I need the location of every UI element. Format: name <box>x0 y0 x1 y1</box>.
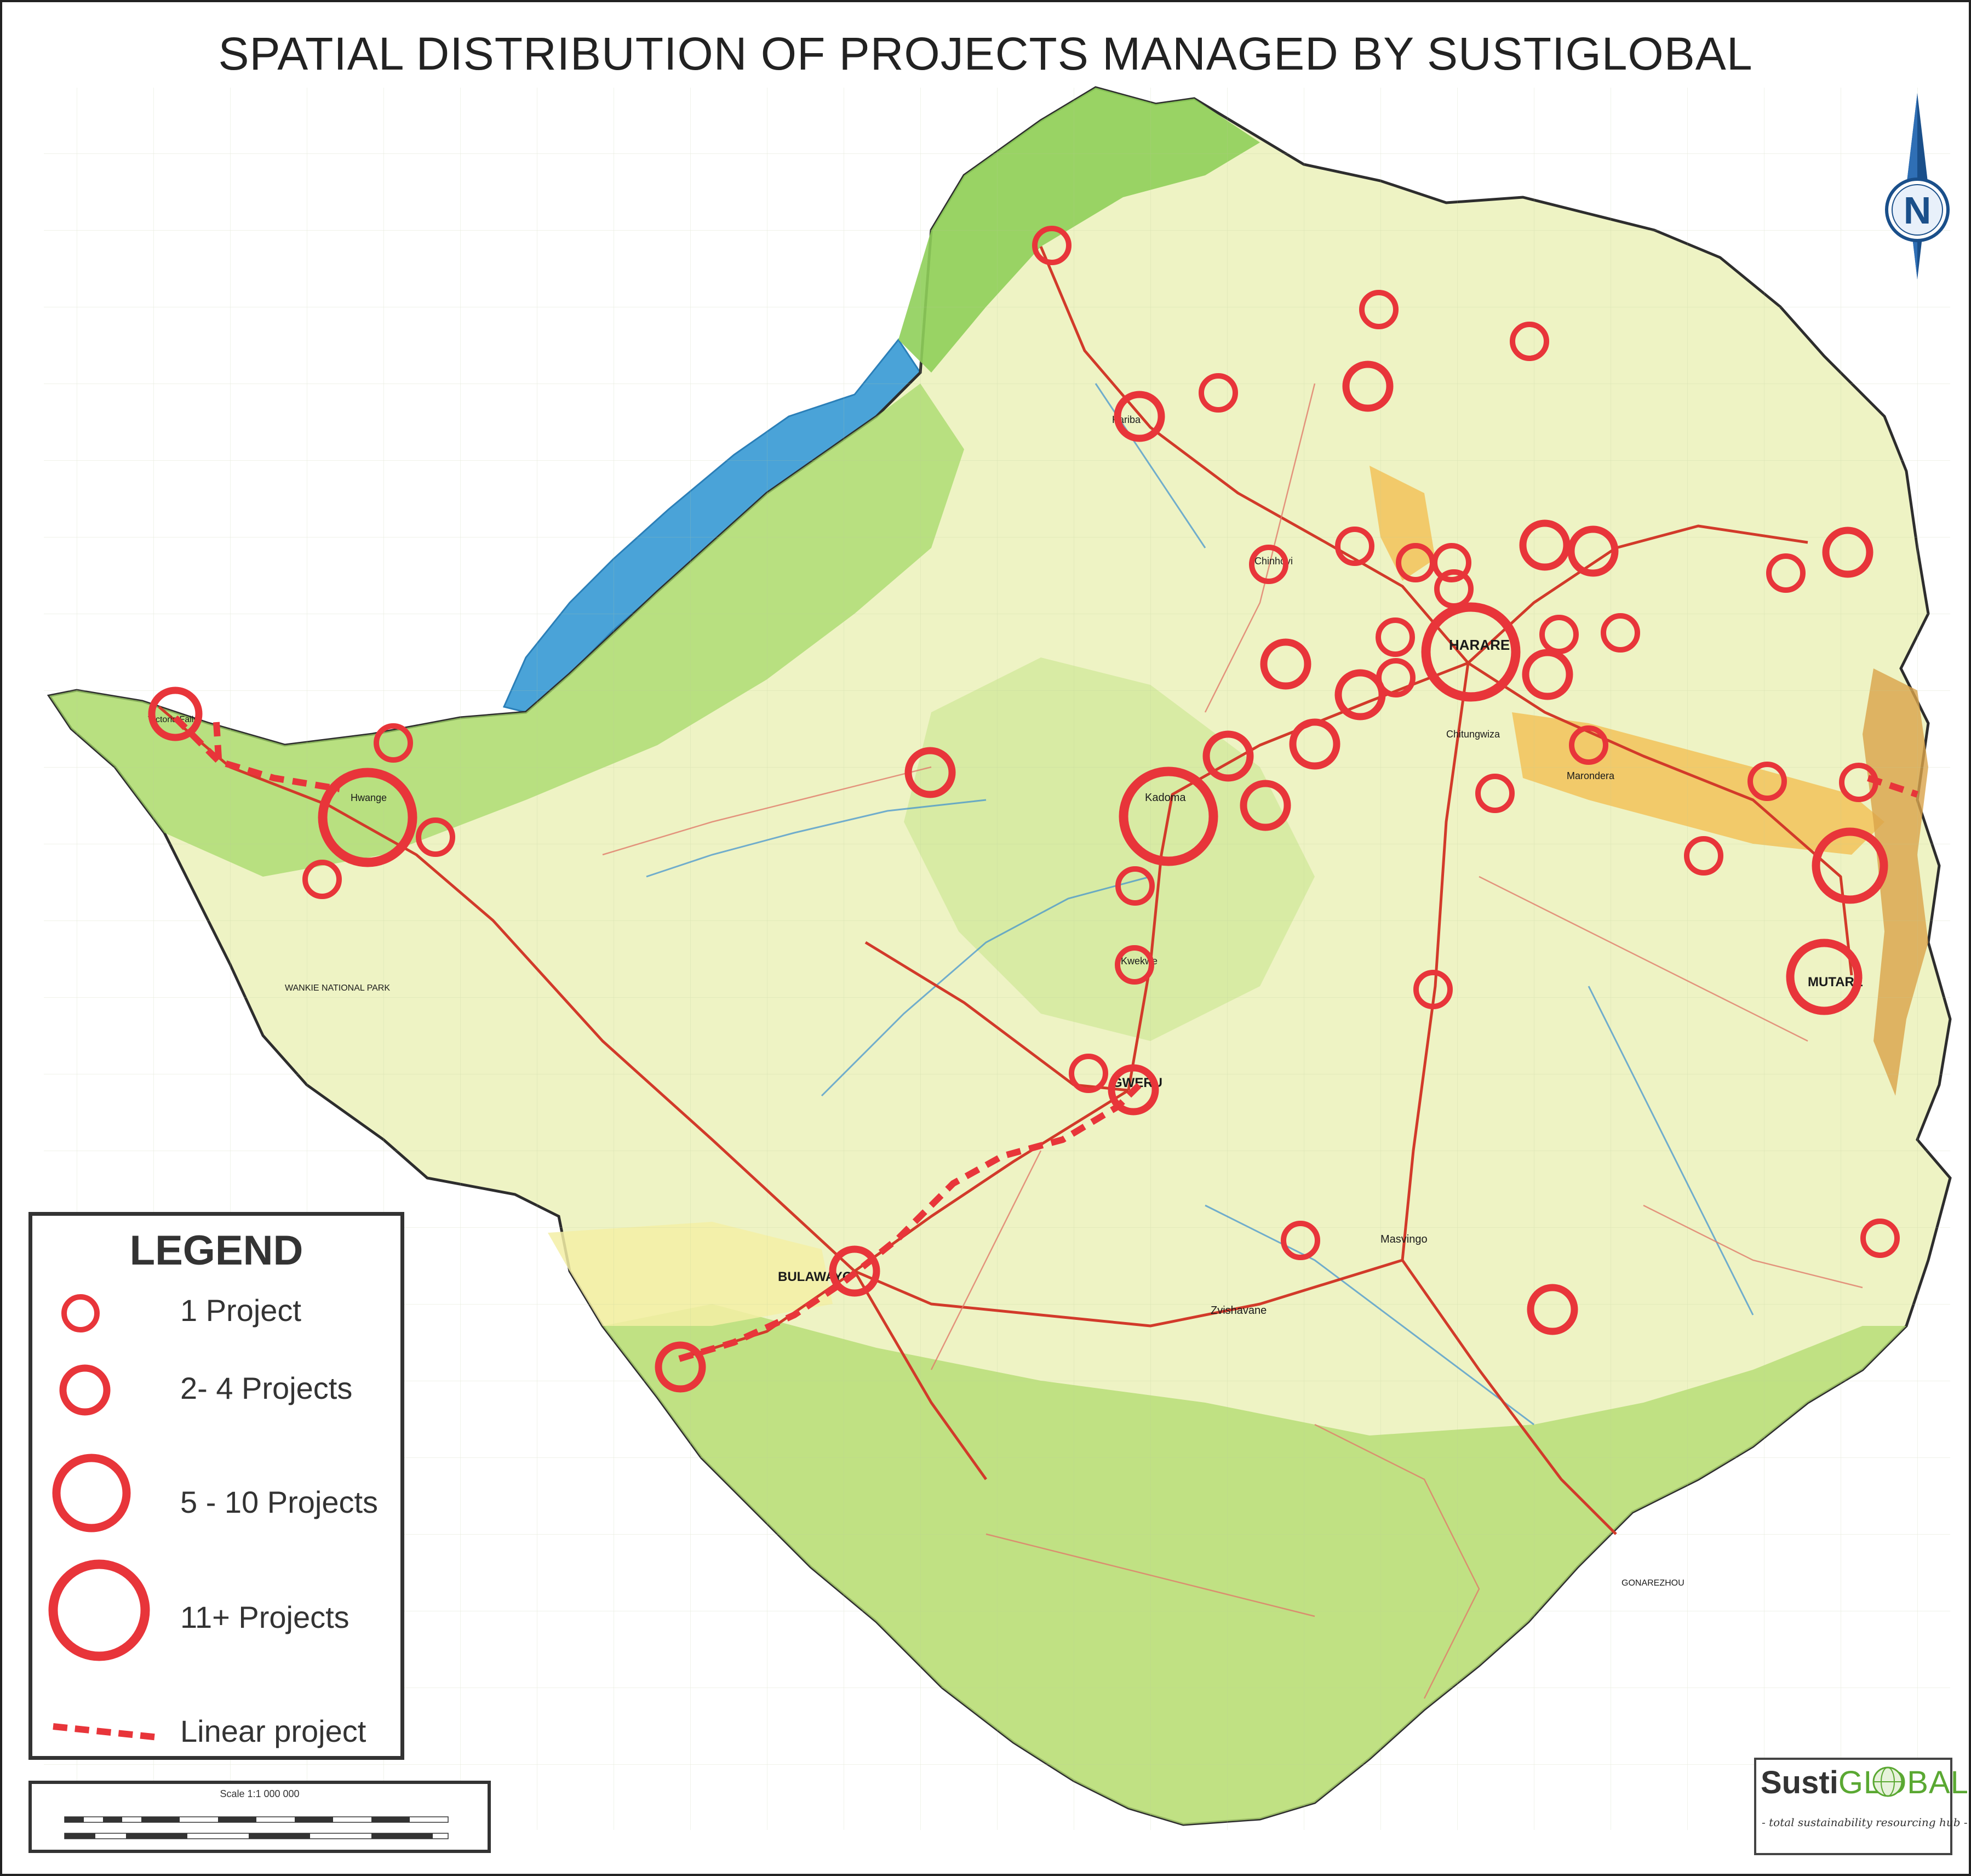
label-hwange: Hwange <box>351 792 387 803</box>
legend-label-5-10-projects: 5 - 10 Projects <box>180 1485 379 1519</box>
legend-label-1-project: 1 Project <box>180 1293 301 1328</box>
globe-icon <box>1872 1766 1903 1797</box>
legend-ring-medium-icon <box>59 1364 111 1416</box>
logo-wordmark: SustiGLOBAL <box>1761 1765 1969 1800</box>
sustiglobal-logo: SustiGLOBAL - total sustainability resou… <box>1754 1758 1968 1855</box>
legend-label-linear-project: Linear project <box>180 1714 366 1748</box>
north-label: N <box>1903 189 1932 232</box>
scale-label: Scale 1:1 000 000 <box>220 1788 300 1799</box>
scale-bar: Scale 1:1 000 000 <box>28 1781 491 1853</box>
label-harare: HARARE <box>1449 637 1510 653</box>
label-kadoma: Kadoma <box>1145 792 1186 804</box>
legend-label-2-4-projects: 2- 4 Projects <box>180 1371 353 1405</box>
legend-ring-small-icon <box>61 1294 100 1332</box>
label-marondera: Marondera <box>1567 770 1615 781</box>
map-title: SPATIAL DISTRIBUTION OF PROJECTS MANAGED… <box>218 28 1753 79</box>
label-zvishavane: Zvishavane <box>1211 1305 1267 1317</box>
label-wankie-national-park: WANKIE NATIONAL PARK <box>285 983 390 993</box>
label-bulawayo: BULAWAYO <box>778 1269 852 1284</box>
label-gonarezhou: GONAREZHOU <box>1622 1578 1684 1588</box>
logo-tagline: - total sustainability resourcing hub - <box>1762 1816 1968 1829</box>
legend-ring-xlarge-icon <box>48 1559 150 1661</box>
legend-dashed-line-icon <box>53 1723 159 1741</box>
legend: LEGEND 1 Project 2- 4 Projects 5 - 10 Pr… <box>28 1212 404 1760</box>
label-chitungwiza: Chitungwiza <box>1446 729 1500 740</box>
scale-ruler <box>64 1816 449 1839</box>
legend-label-11-projects: 11+ Projects <box>180 1600 349 1634</box>
label-masvingo: Masvingo <box>1380 1233 1428 1245</box>
legend-ring-large-icon <box>52 1454 131 1532</box>
